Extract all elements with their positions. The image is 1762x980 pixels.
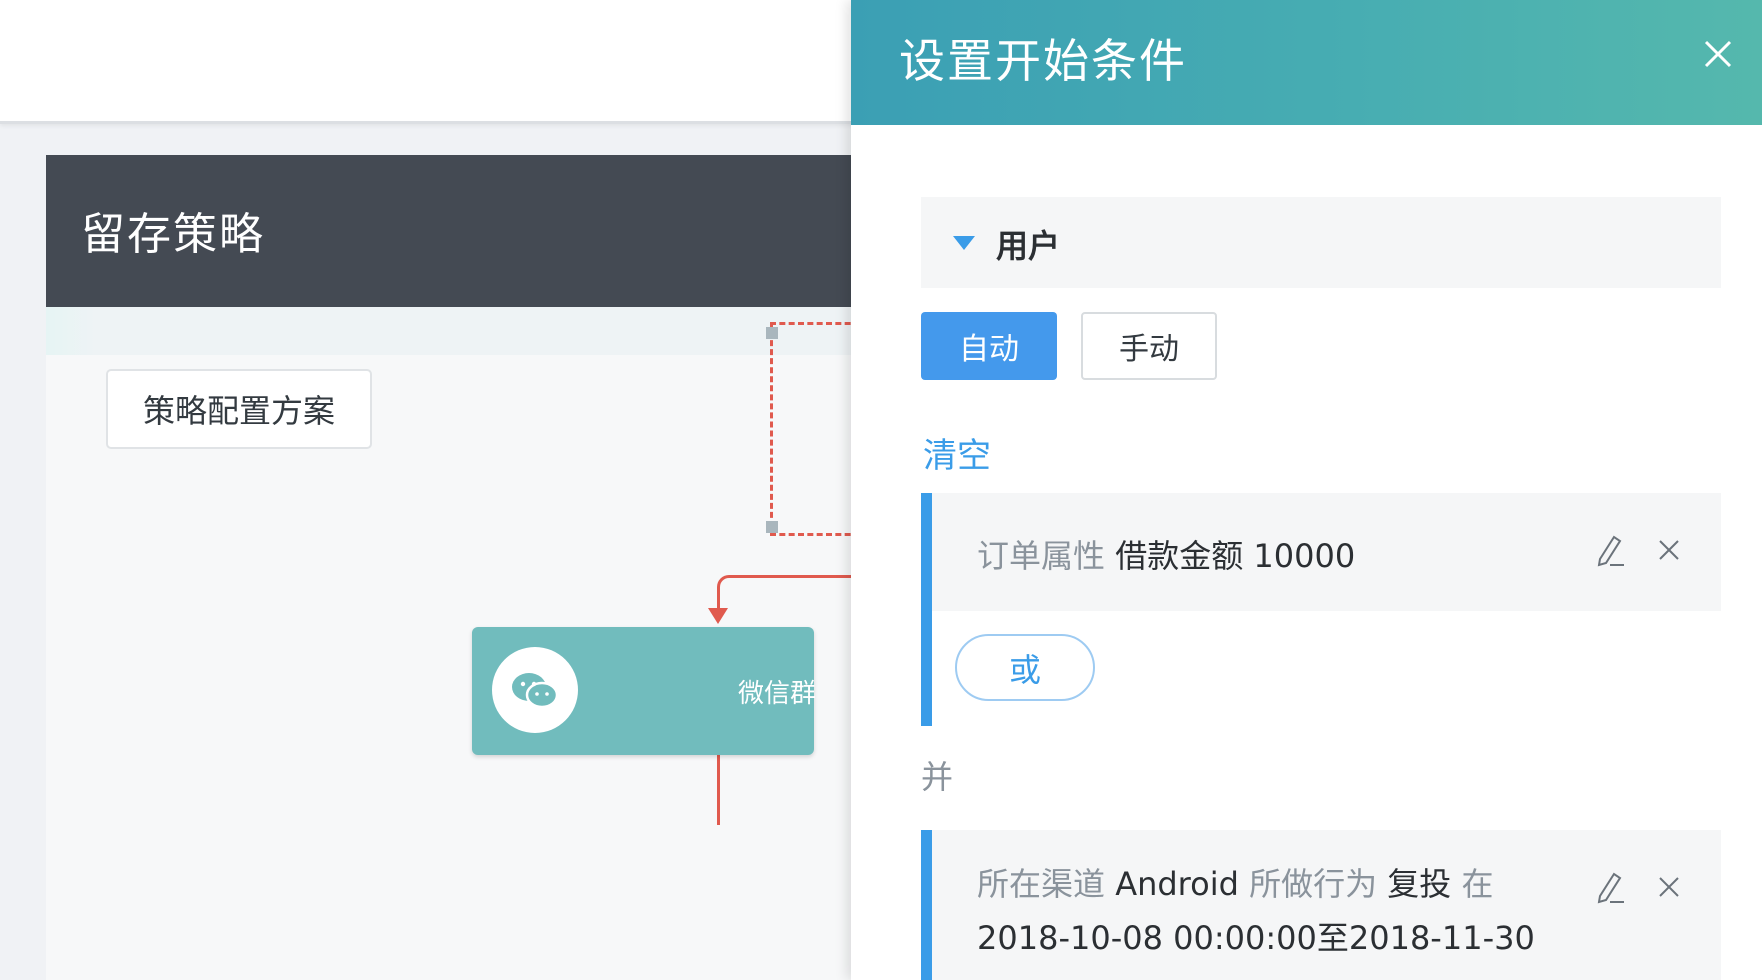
top-navigation-bar [0, 0, 860, 124]
strategy-title: 留存策略 [81, 209, 265, 260]
mode-auto-button[interactable]: 自动 [921, 312, 1057, 380]
strategy-header: 留存策略 [46, 155, 860, 307]
condition-row: 所在渠道 Android 所做行为 复投 在 2018-10-08 00:00:… [932, 830, 1721, 980]
strategy-canvas: 留存策略 策略配置方案 [46, 155, 860, 980]
strategy-toolbar-strip [46, 307, 860, 355]
remove-icon[interactable] [1656, 537, 1682, 563]
user-section-label: 用户 [996, 227, 1061, 265]
condition-category: 订单属性 [977, 537, 1106, 575]
flow-connector-line [717, 575, 860, 615]
selected-flow-node-frame[interactable] [766, 322, 860, 536]
condition-text: 所在渠道 Android 所做行为 复投 在 2018-10-08 00:00:… [977, 857, 1577, 965]
and-label: 并 [921, 758, 954, 796]
wechat-group-node[interactable]: 微信群 [472, 627, 817, 755]
clear-conditions-link[interactable]: 清空 [923, 428, 991, 477]
edit-icon[interactable] [1592, 868, 1628, 908]
resize-handle[interactable] [766, 327, 778, 339]
start-condition-drawer: 设置开始条件 用户 自动 手动 清空 订单属性 借款金额 10000 或 并 所… [851, 0, 1762, 980]
condition-action-value: 复投 [1387, 865, 1452, 903]
condition-field: 借款金额 [1115, 537, 1244, 575]
condition-group: 订单属性 借款金额 10000 或 [921, 493, 1721, 726]
resize-handle[interactable] [766, 521, 778, 533]
condition-row: 订单属性 借款金额 10000 [932, 493, 1721, 611]
condition-text: 订单属性 借款金额 10000 [977, 529, 1577, 583]
condition-channel-value: Android [1115, 865, 1239, 903]
mode-manual-button[interactable]: 手动 [1081, 312, 1217, 380]
or-button[interactable]: 或 [955, 634, 1095, 701]
flow-connector-line [717, 755, 720, 825]
close-icon[interactable] [1696, 32, 1740, 76]
caret-down-icon [953, 236, 975, 250]
drawer-title: 设置开始条件 [899, 34, 1187, 88]
user-section-header[interactable]: 用户 [921, 197, 1721, 288]
remove-icon[interactable] [1656, 874, 1682, 900]
flow-arrow-icon [708, 608, 728, 624]
condition-value: 10000 [1253, 537, 1356, 575]
wechat-icon [492, 647, 578, 733]
wechat-node-label: 微信群 [738, 679, 817, 709]
condition-channel-label: 所在渠道 [977, 865, 1106, 903]
strategy-plan-button[interactable]: 策略配置方案 [106, 369, 372, 449]
edit-icon[interactable] [1592, 531, 1628, 571]
condition-date-range: 2018-10-08 00:00:00至2018-11-30 [977, 919, 1535, 957]
condition-at-label: 在 [1461, 865, 1494, 903]
drawer-header: 设置开始条件 [851, 0, 1762, 125]
condition-action-label: 所做行为 [1249, 865, 1378, 903]
condition-group: 所在渠道 Android 所做行为 复投 在 2018-10-08 00:00:… [921, 830, 1721, 980]
